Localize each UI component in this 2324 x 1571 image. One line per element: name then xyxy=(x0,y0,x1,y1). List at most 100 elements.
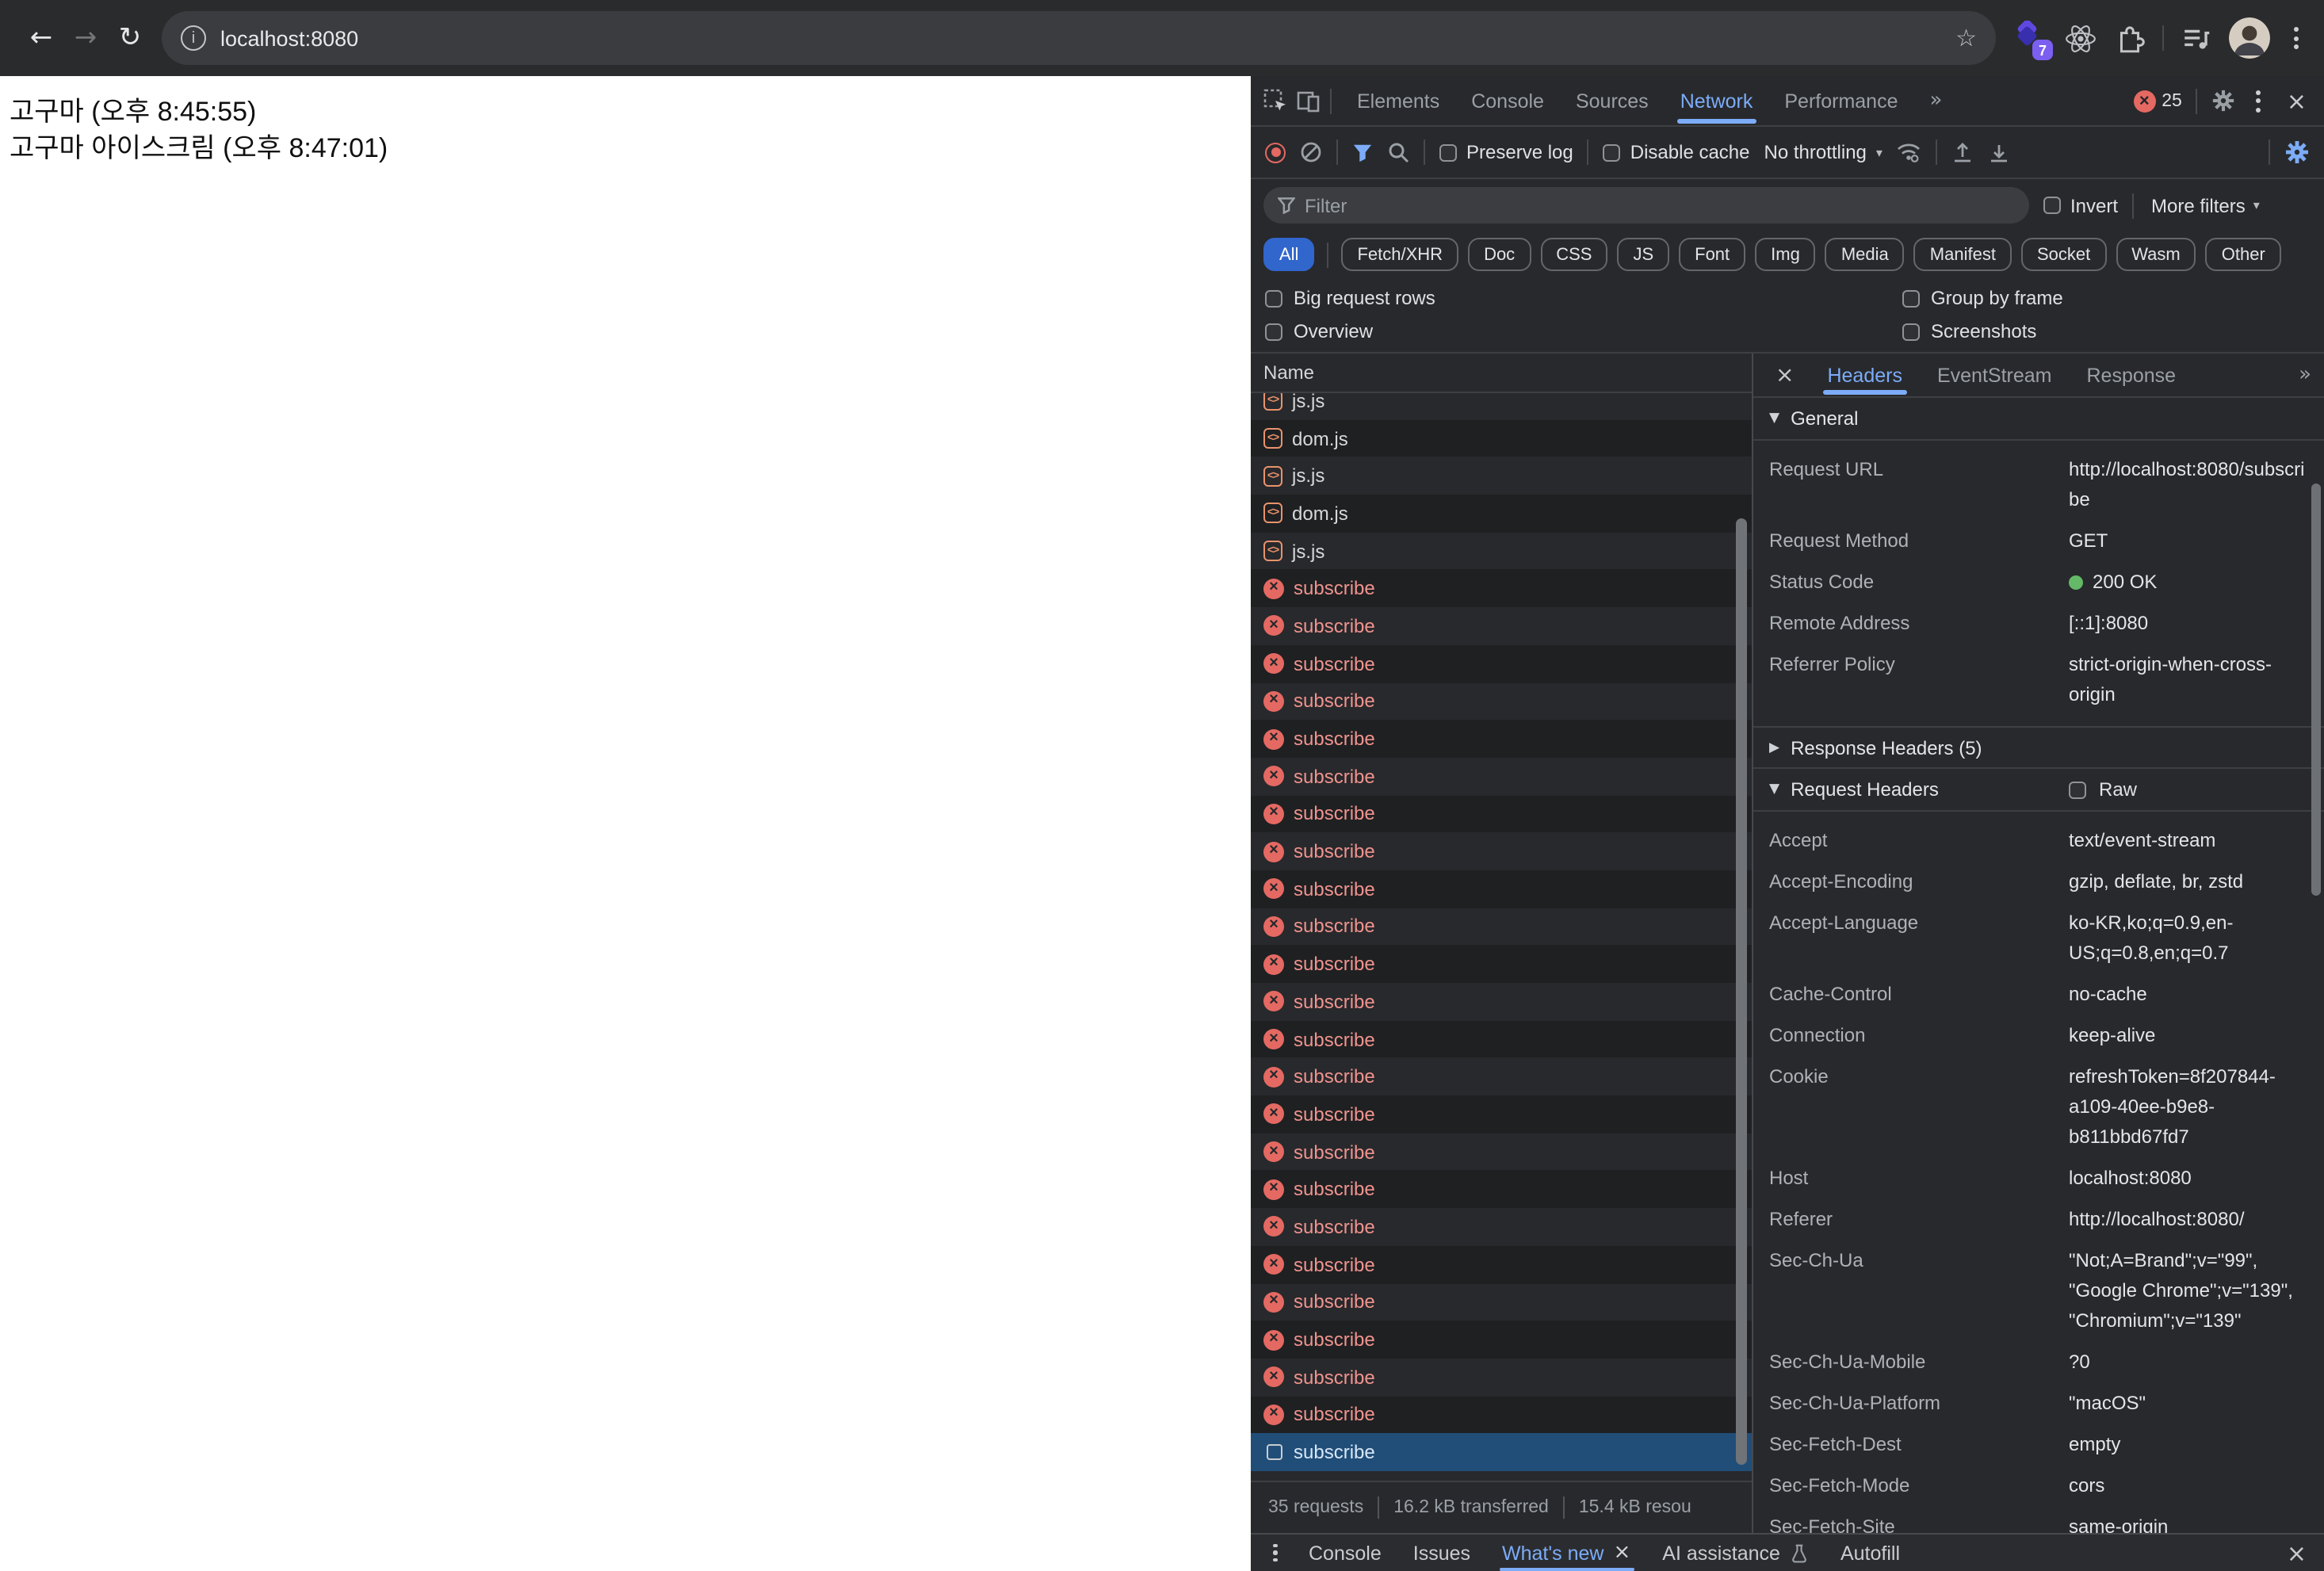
error-badge[interactable]: × 25 xyxy=(2133,90,2182,112)
name-column-header[interactable]: Name xyxy=(1251,354,1752,393)
tab-console[interactable]: Console xyxy=(1455,76,1560,125)
filter-chip-other[interactable]: Other xyxy=(2205,238,2281,271)
drawer-tab-issues[interactable]: Issues xyxy=(1397,1535,1486,1571)
request-row-js-js[interactable]: <> js.js xyxy=(1251,393,1752,420)
checkbox[interactable] xyxy=(1603,143,1621,161)
request-row-subscribe[interactable]: × subscribe xyxy=(1251,644,1752,682)
request-row-subscribe[interactable]: × subscribe xyxy=(1251,1057,1752,1096)
request-row-subscribe[interactable]: × subscribe xyxy=(1251,1358,1752,1397)
preserve-log-checkbox[interactable]: Preserve log xyxy=(1439,141,1573,163)
drawer-close-icon[interactable]: × xyxy=(2282,1539,2311,1567)
tab-elements[interactable]: Elements xyxy=(1341,76,1455,125)
request-row-subscribe[interactable]: × subscribe xyxy=(1251,870,1752,908)
devtools-close-icon[interactable]: × xyxy=(2282,86,2311,115)
tab-close-icon[interactable]: × xyxy=(1613,1541,1630,1565)
extensions-puzzle-icon[interactable] xyxy=(2115,23,2145,53)
url-bar[interactable]: i localhost:8080 ☆ xyxy=(162,11,1996,65)
filter-chip-js[interactable]: JS xyxy=(1617,238,1670,271)
reload-icon[interactable]: ↻ xyxy=(108,22,152,54)
option-overview[interactable]: Overview xyxy=(1265,320,1902,342)
request-row-subscribe[interactable]: × subscribe xyxy=(1251,1133,1752,1171)
tab-performance[interactable]: Performance xyxy=(1768,76,1913,125)
inspect-element-icon[interactable] xyxy=(1263,89,1287,113)
request-row-subscribe[interactable]: × subscribe xyxy=(1251,1396,1752,1434)
checkbox[interactable] xyxy=(2043,197,2061,214)
request-row-subscribe[interactable]: × subscribe xyxy=(1251,945,1752,983)
request-row-subscribe[interactable]: × subscribe xyxy=(1251,1208,1752,1246)
request-row-js-js[interactable]: <> js.js xyxy=(1251,532,1752,570)
filter-chip-img[interactable]: Img xyxy=(1755,238,1816,271)
drawer-tab-ai-assistance[interactable]: AI assistance xyxy=(1646,1535,1825,1571)
device-toolbar-icon[interactable] xyxy=(1297,89,1321,113)
network-conditions-icon[interactable] xyxy=(1897,141,1922,163)
filter-chip-manifest[interactable]: Manifest xyxy=(1913,238,2012,271)
disable-cache-checkbox[interactable]: Disable cache xyxy=(1603,141,1750,163)
filter-chip-media[interactable]: Media xyxy=(1825,238,1905,271)
throttling-select[interactable]: No throttling ▾ xyxy=(1764,141,1883,163)
request-row-js-js[interactable]: <> js.js xyxy=(1251,457,1752,495)
details-scrollbar[interactable] xyxy=(2311,484,2321,896)
raw-checkbox[interactable] xyxy=(2069,781,2086,798)
response-headers-section-header[interactable]: ▶ Response Headers (5) xyxy=(1753,726,2324,769)
request-row-subscribe[interactable]: subscribe xyxy=(1251,1433,1752,1471)
request-row-subscribe[interactable]: × subscribe xyxy=(1251,1170,1752,1209)
request-list-scrollbar[interactable] xyxy=(1736,518,1747,1465)
network-settings-gear-icon[interactable] xyxy=(2284,140,2310,165)
request-row-subscribe[interactable]: × subscribe xyxy=(1251,832,1752,870)
more-detail-tabs-icon[interactable]: » xyxy=(2292,363,2318,387)
record-network-log-icon[interactable] xyxy=(1265,142,1286,162)
request-row-subscribe[interactable]: × subscribe xyxy=(1251,569,1752,608)
search-icon[interactable] xyxy=(1387,141,1409,163)
forward-icon[interactable]: → xyxy=(63,22,108,54)
general-section-header[interactable]: ▼ General xyxy=(1753,398,2324,441)
back-icon[interactable]: ← xyxy=(19,22,63,54)
export-har-icon[interactable] xyxy=(1989,141,2011,163)
filter-funnel-icon[interactable] xyxy=(1352,142,1373,162)
option-screenshots[interactable]: Screenshots xyxy=(1902,320,2324,342)
request-row-subscribe[interactable]: × subscribe xyxy=(1251,682,1752,721)
devtools-menu-icon[interactable] xyxy=(2250,90,2268,112)
filter-chip-doc[interactable]: Doc xyxy=(1468,238,1531,271)
detail-tab-response[interactable]: Response xyxy=(2070,354,2194,396)
checkbox[interactable] xyxy=(1902,323,1920,340)
site-info-icon[interactable]: i xyxy=(181,25,206,51)
detail-tab-headers[interactable]: Headers xyxy=(1810,354,1920,396)
filter-chip-css[interactable]: CSS xyxy=(1540,238,1608,271)
checkbox[interactable] xyxy=(1265,323,1282,340)
drawer-tab-autofill[interactable]: Autofill xyxy=(1825,1535,1916,1571)
request-row-subscribe[interactable]: × subscribe xyxy=(1251,1283,1752,1321)
more-tabs-icon[interactable]: » xyxy=(1924,89,1949,113)
checkbox[interactable] xyxy=(1902,289,1920,307)
tab-sources[interactable]: Sources xyxy=(1560,76,1665,125)
detail-tab-eventstream[interactable]: EventStream xyxy=(1920,354,2070,396)
request-row-subscribe[interactable]: × subscribe xyxy=(1251,1245,1752,1283)
request-row-dom-js[interactable]: <> dom.js xyxy=(1251,495,1752,533)
filter-input[interactable] xyxy=(1305,194,2015,216)
request-row-subscribe[interactable]: × subscribe xyxy=(1251,908,1752,946)
option-group-by-frame[interactable]: Group by frame xyxy=(1902,287,2324,309)
settings-gear-icon[interactable] xyxy=(2212,89,2236,113)
close-details-icon[interactable]: × xyxy=(1760,362,1810,388)
import-har-icon[interactable] xyxy=(1952,141,1974,163)
more-filters-button[interactable]: More filters ▾ xyxy=(2151,194,2260,216)
request-row-subscribe[interactable]: × subscribe xyxy=(1251,795,1752,833)
request-row-dom-js[interactable]: <> dom.js xyxy=(1251,419,1752,457)
browser-menu-icon[interactable] xyxy=(2288,27,2305,49)
filter-chip-all[interactable]: All xyxy=(1263,238,1315,271)
option-big-request-rows[interactable]: Big request rows xyxy=(1265,287,1902,309)
tab-network[interactable]: Network xyxy=(1665,76,1769,125)
react-devtools-icon[interactable] xyxy=(2064,21,2097,55)
filter-chip-socket[interactable]: Socket xyxy=(2020,238,2107,271)
media-playlist-icon[interactable] xyxy=(2181,23,2211,53)
clear-network-log-icon[interactable] xyxy=(1300,141,1322,163)
filter-chip-font[interactable]: Font xyxy=(1679,238,1746,271)
drawer-menu-icon[interactable] xyxy=(1263,1543,1286,1562)
request-row-subscribe[interactable]: × subscribe xyxy=(1251,983,1752,1021)
filter-input-pill[interactable] xyxy=(1263,187,2029,224)
request-row-subscribe[interactable]: × subscribe xyxy=(1251,1095,1752,1133)
filter-chip-fetch-xhr[interactable]: Fetch/XHR xyxy=(1341,238,1459,271)
request-headers-section-header[interactable]: ▼ Request Headers Raw xyxy=(1753,769,2324,812)
checkbox[interactable] xyxy=(1439,143,1457,161)
request-row-subscribe[interactable]: × subscribe xyxy=(1251,757,1752,796)
extension-badge-icon[interactable]: 7 xyxy=(2012,19,2053,60)
